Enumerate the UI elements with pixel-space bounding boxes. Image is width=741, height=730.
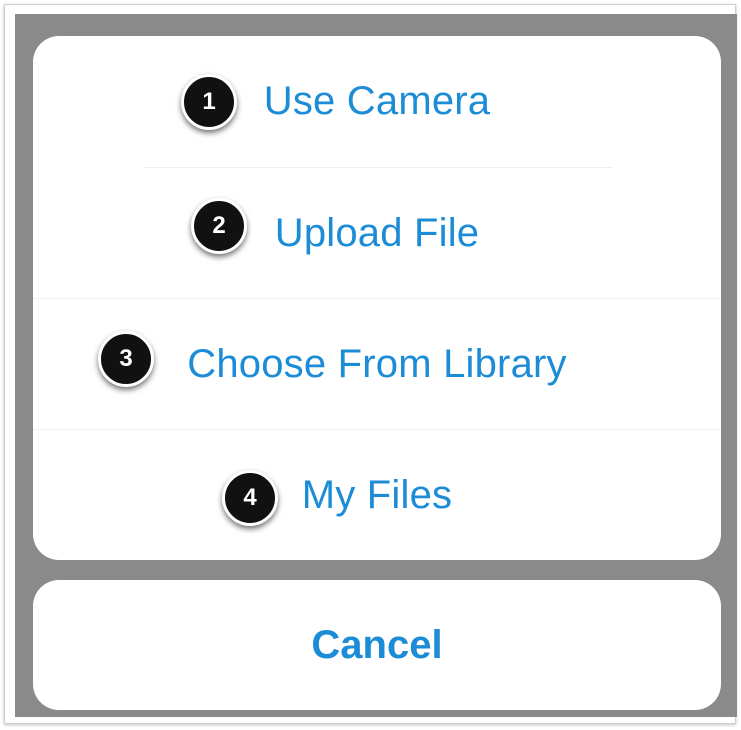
my-files-label: My Files bbox=[301, 473, 453, 517]
cancel-button[interactable]: Cancel bbox=[33, 580, 721, 710]
upload-file-option[interactable]: Upload File bbox=[33, 168, 721, 299]
action-sheet-options: Use Camera Upload File Choose From Libra… bbox=[33, 36, 721, 560]
callout-badge-3: 3 bbox=[98, 331, 154, 387]
cancel-label: Cancel bbox=[311, 622, 443, 667]
callout-badge-2: 2 bbox=[191, 198, 247, 254]
my-files-option[interactable]: My Files bbox=[33, 430, 721, 560]
choose-from-library-label: Choose From Library bbox=[187, 342, 567, 386]
use-camera-label: Use Camera bbox=[263, 79, 491, 123]
callout-badge-4: 4 bbox=[222, 470, 278, 526]
upload-file-label: Upload File bbox=[274, 211, 480, 255]
use-camera-option[interactable]: Use Camera bbox=[33, 36, 721, 167]
callout-badge-1: 1 bbox=[181, 74, 237, 130]
